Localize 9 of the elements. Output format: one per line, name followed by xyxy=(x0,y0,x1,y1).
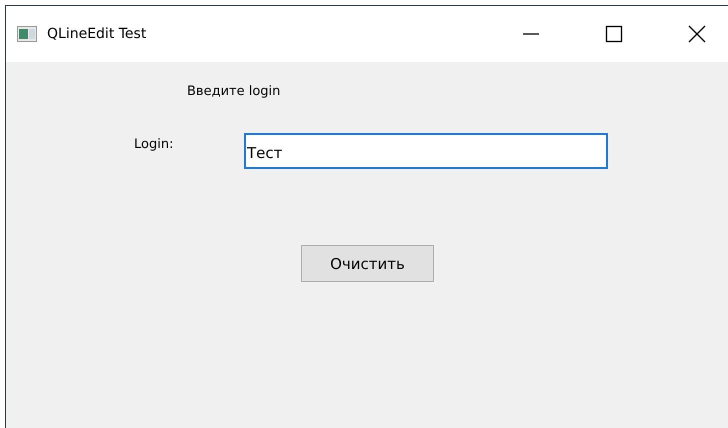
login-label: Login: xyxy=(134,136,174,152)
minimize-icon xyxy=(522,33,540,35)
heading-text: Введите login xyxy=(187,84,280,99)
window-title: QLineEdit Test xyxy=(47,26,148,42)
login-input-field[interactable]: Тест xyxy=(244,133,608,169)
close-icon xyxy=(688,25,706,43)
app-icon xyxy=(17,26,37,42)
maximize-icon xyxy=(605,25,623,43)
clear-button[interactable]: Очистить xyxy=(301,245,434,282)
